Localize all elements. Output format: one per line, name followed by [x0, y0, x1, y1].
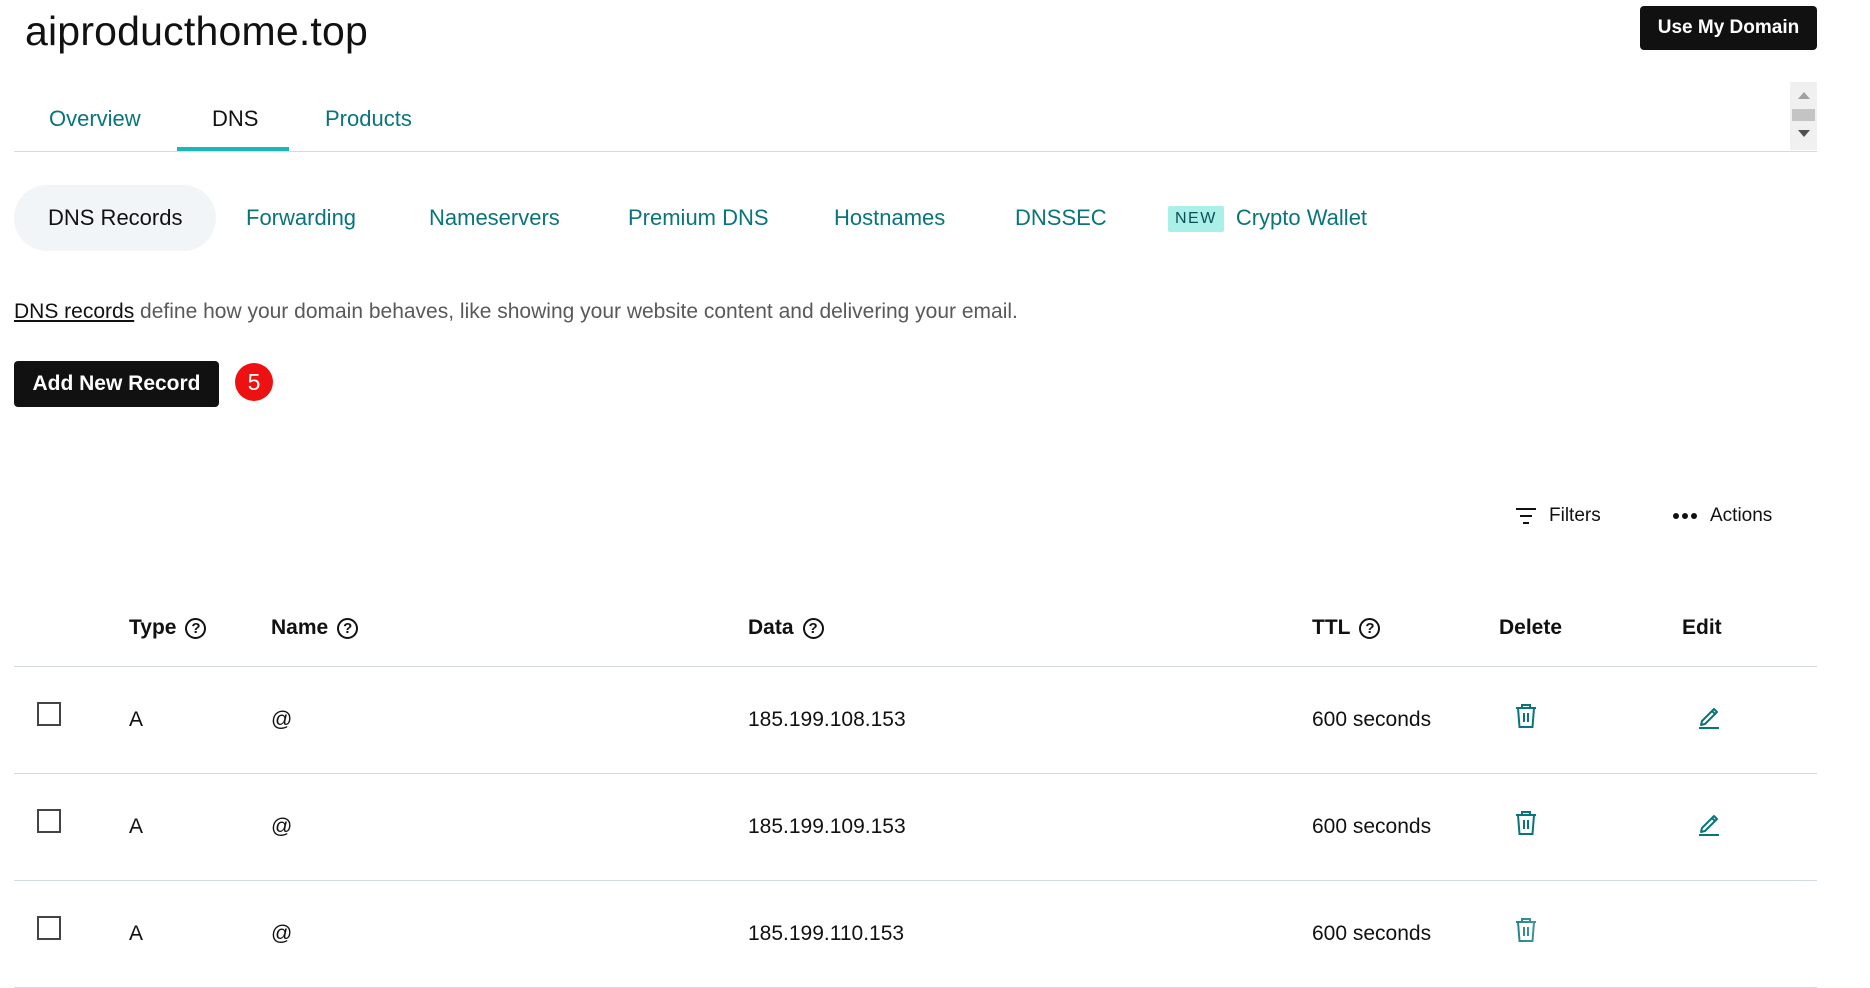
main-tabs: Overview DNS Products: [14, 82, 1817, 152]
add-new-record-button[interactable]: Add New Record: [14, 361, 219, 407]
subtab-nameservers[interactable]: Nameservers: [429, 185, 560, 251]
cell-name: @: [271, 922, 293, 945]
subtab-dns-records[interactable]: DNS Records: [14, 185, 217, 251]
new-badge: NEW: [1168, 206, 1224, 232]
scrollbar[interactable]: [1790, 82, 1817, 150]
tab-products[interactable]: Products: [325, 106, 412, 132]
edit-button[interactable]: [1694, 701, 1724, 731]
scroll-up-arrow[interactable]: [1798, 92, 1810, 99]
cell-data: 185.199.109.153: [748, 815, 906, 838]
subtab-crypto-wallet-label: Crypto Wallet: [1235, 205, 1368, 230]
header-ttl: TTL ?: [1312, 616, 1381, 640]
filters-button[interactable]: Filters: [1515, 505, 1601, 527]
subtab-dnssec[interactable]: DNSSEC: [1015, 185, 1107, 251]
pencil-icon: [1699, 815, 1719, 836]
dns-subtabs: DNS Records Forwarding Nameservers Premi…: [14, 185, 1414, 251]
scroll-thumb[interactable]: [1792, 109, 1815, 121]
header-data-label: Data: [748, 616, 794, 639]
cell-name: @: [271, 815, 293, 838]
cell-ttl: 600 seconds: [1312, 708, 1432, 731]
cell-data: 185.199.108.153: [748, 708, 906, 731]
help-icon[interactable]: ?: [337, 617, 359, 639]
header-type: Type ?: [129, 616, 207, 640]
dns-description: DNS records define how your domain behav…: [14, 300, 1018, 324]
table-row: A @ 185.199.109.153 600 seconds: [14, 774, 1817, 881]
subtab-hostnames[interactable]: Hostnames: [834, 185, 945, 251]
header-delete: Delete: [1499, 616, 1563, 639]
delete-button[interactable]: [1511, 808, 1541, 838]
cell-ttl: 600 seconds: [1312, 922, 1432, 945]
edit-button[interactable]: [1694, 808, 1724, 838]
row-checkbox[interactable]: [37, 809, 61, 833]
actions-label: Actions: [1710, 505, 1773, 526]
pencil-icon: [1699, 708, 1719, 729]
dns-records-link[interactable]: DNS records: [14, 300, 134, 323]
subtab-forwarding[interactable]: Forwarding: [246, 185, 356, 251]
active-tab-underline: [177, 147, 289, 151]
trash-icon: [1516, 704, 1536, 728]
subtab-crypto-wallet[interactable]: NEW Crypto Wallet: [1168, 185, 1367, 251]
domain-title: aiproducthome.top: [25, 8, 369, 54]
cell-ttl: 600 seconds: [1312, 815, 1432, 838]
help-icon[interactable]: ?: [1359, 617, 1381, 639]
cell-type: A: [129, 708, 144, 731]
header-type-label: Type: [129, 616, 177, 639]
cell-name: @: [271, 708, 293, 731]
use-my-domain-button[interactable]: Use My Domain: [1640, 6, 1817, 50]
table-row: A @ 185.199.108.153 600 seconds: [14, 667, 1817, 774]
tab-dns[interactable]: DNS: [212, 106, 258, 132]
scroll-down-arrow[interactable]: [1798, 130, 1810, 137]
count-badge: 5: [235, 363, 273, 401]
header-data: Data ?: [748, 616, 824, 640]
actions-button[interactable]: Actions: [1672, 505, 1772, 527]
bottom-right-fade: [1500, 900, 1870, 968]
cell-type: A: [129, 815, 144, 838]
subtab-premium-dns[interactable]: Premium DNS: [628, 185, 769, 251]
header-edit: Edit: [1682, 616, 1722, 639]
tab-overview[interactable]: Overview: [49, 106, 141, 132]
header-name-label: Name: [271, 616, 329, 639]
more-dots-icon: [1673, 513, 1697, 519]
delete-button[interactable]: [1511, 701, 1541, 731]
cell-data: 185.199.110.153: [748, 922, 905, 945]
trash-icon: [1516, 811, 1536, 835]
filters-label: Filters: [1549, 505, 1601, 526]
row-checkbox[interactable]: [37, 916, 61, 940]
help-icon[interactable]: ?: [802, 617, 824, 639]
row-checkbox[interactable]: [37, 702, 61, 726]
filter-icon: [1516, 508, 1536, 524]
cell-type: A: [129, 922, 144, 945]
table-header: Type ? Name ? Data ? TTL ? Delete Edit: [14, 600, 1817, 667]
header-ttl-label: TTL: [1312, 616, 1351, 639]
header-name: Name ?: [271, 616, 359, 640]
description-text: define how your domain behaves, like sho…: [134, 300, 1018, 323]
help-icon[interactable]: ?: [185, 617, 207, 639]
